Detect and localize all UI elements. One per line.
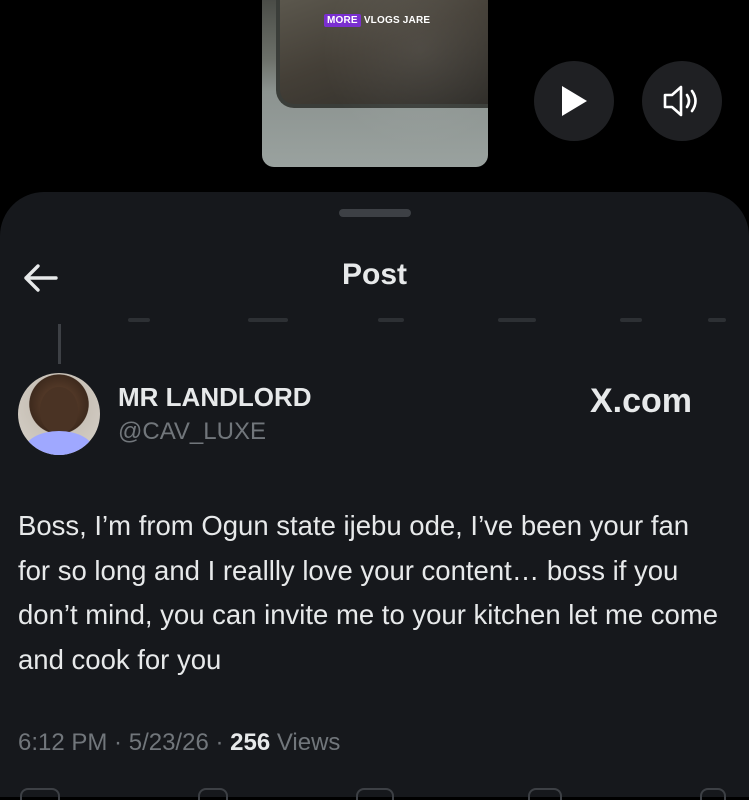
views-count[interactable]: 256	[230, 729, 270, 756]
thread-line	[58, 324, 61, 364]
post-time: 6:12 PM	[18, 729, 108, 756]
reply-icon[interactable]	[20, 788, 60, 800]
author-handle[interactable]: @CAV_LUXE	[118, 418, 266, 446]
play-icon	[562, 86, 587, 116]
watermark-text: VLOGS JARE	[363, 15, 431, 26]
bookmark-icon[interactable]	[528, 788, 562, 800]
like-icon[interactable]	[356, 788, 394, 800]
volume-icon	[663, 85, 697, 117]
video-watermark: MORE VLOGS JARE	[324, 14, 430, 27]
action-bar	[0, 782, 749, 800]
brand-label: X.com	[590, 382, 693, 420]
avatar[interactable]	[18, 373, 100, 455]
post-text: Boss, I’m from Ogun state ijebu ode, I’v…	[18, 510, 719, 675]
share-icon[interactable]	[700, 788, 726, 800]
post-sheet: Post MR LANDLORD @CAV_LUXE X.com Boss, I…	[0, 192, 749, 800]
avatar-shirt	[24, 431, 94, 455]
watermark-more: MORE	[324, 14, 361, 27]
post-meta: 6:12 PM · 5/23/26 · 256 Views	[18, 729, 340, 757]
page-title: Post	[341, 258, 407, 291]
play-button[interactable]	[534, 61, 614, 141]
post-date: 5/23/26	[128, 729, 209, 756]
author-name[interactable]: MR LANDLORD	[118, 382, 312, 413]
avatar-face	[40, 387, 78, 433]
previous-post-edge	[100, 318, 740, 326]
repost-icon[interactable]	[198, 788, 228, 800]
meta-separator: ·	[107, 729, 129, 756]
drag-handle[interactable]	[339, 209, 411, 217]
views-label[interactable]: Views	[277, 729, 341, 756]
video-thumbnail[interactable]: MORE VLOGS JARE	[262, 0, 488, 167]
volume-button[interactable]	[642, 61, 722, 141]
meta-separator-2: ·	[208, 729, 231, 756]
